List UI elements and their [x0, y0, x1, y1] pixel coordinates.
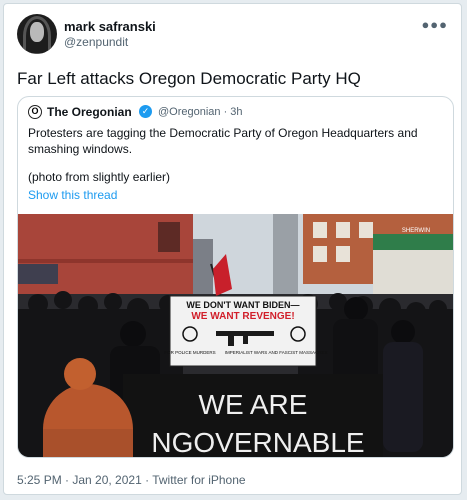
sign-text-line1: WE DON'T WANT BIDEN—: [186, 300, 299, 310]
avatar[interactable]: [17, 14, 57, 54]
verified-badge-icon: ✓: [139, 105, 152, 118]
sign-text-line2: WE WANT REVENGE!: [191, 311, 294, 322]
oregonian-logo-icon: O: [28, 105, 42, 119]
author-handle[interactable]: @zenpundit: [64, 35, 128, 49]
avatar-face: [30, 22, 44, 42]
more-options-icon[interactable]: ●●●: [421, 17, 448, 32]
quoted-handle-time: @Oregonian · 3h: [158, 106, 243, 118]
tweet-timestamp: 5:25 PM · Jan 20, 2021 · Twitter for iPh…: [17, 473, 246, 487]
quoted-text: Protesters are tagging the Democratic Pa…: [28, 126, 418, 156]
author-name[interactable]: mark safranski: [64, 19, 156, 34]
sign-right-text: AND FASCIST MASSACRES: [269, 350, 328, 355]
protest-photo[interactable]: SHERWIN WE DON'T WANT BIDEN— WE WANT REV…: [18, 214, 453, 457]
show-thread-link[interactable]: Show this thread: [28, 188, 117, 202]
sign-left-text: FOR POLICE MURDERS: [164, 350, 215, 355]
quoted-note: (photo from slightly earlier): [28, 170, 171, 184]
banner-text-line2: NGOVERNABLE: [151, 427, 364, 457]
banner-text-line1: WE ARE: [199, 389, 308, 420]
tweet-text: Far Left attacks Oregon Democratic Party…: [17, 69, 361, 88]
sign-mid-text: IMPERIALIST WARS: [225, 350, 268, 355]
quoted-author-name: The Oregonian: [47, 105, 132, 119]
tweet-card: mark safranski @zenpundit ●●● Far Left a…: [3, 3, 462, 495]
store-sign: SHERWIN: [402, 228, 430, 234]
quoted-tweet[interactable]: O The Oregonian ✓ @Oregonian · 3h Protes…: [17, 96, 454, 458]
